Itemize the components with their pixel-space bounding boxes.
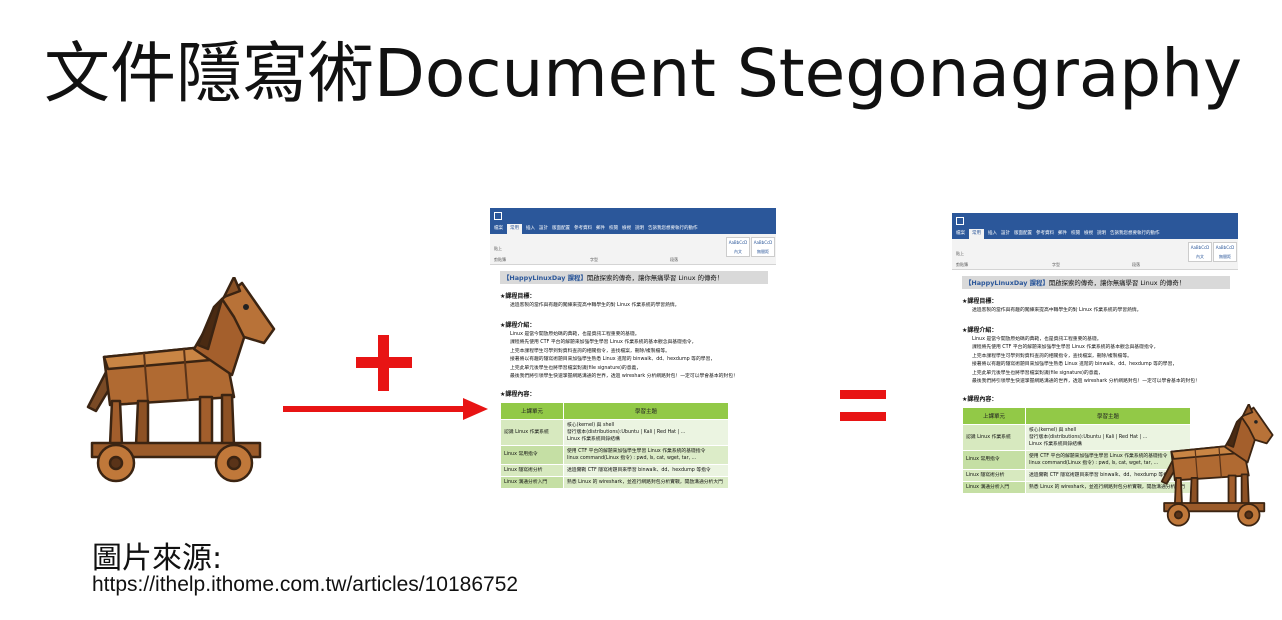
paste-button[interactable]: 貼上: [494, 246, 502, 252]
clipboard-group-label: 剪貼簿: [494, 257, 506, 262]
table-row: Linux 溝通分析入門 熟悉 Linux 的 wireshark，並進行網路封包…: [500, 475, 729, 489]
clipboard-group-label: 剪貼簿: [956, 262, 968, 267]
quick-access-icon: [956, 217, 964, 225]
intro-line: 上完本課程學生可學到對資料查詢的相關指令，查找檔案，刪除/複製檔等。: [510, 348, 670, 354]
intro-line: 課程將先使用 CTF 平台的解題來加強學生學習 Linux 作業系統的基本觀念與…: [972, 345, 1159, 350]
intro-line: 最後我們將引領學生快速掌握網路溝通的世界，透過 wireshark 分析網路封包…: [972, 379, 1200, 384]
course-table: 上課單元 學習主題 認識 Linux 作業系統 核心(kernel) 與 shell…: [500, 401, 729, 489]
tab[interactable]: 說明: [1097, 229, 1106, 239]
table-row: Linux 隱寫術分析 透過實戰 CTF 隱寫術題目來學習 binwalk、dd、…: [500, 463, 729, 477]
intro-line: 上完此單元後學生也將學習檔案對識(file signature)的意義，: [972, 370, 1104, 376]
style-normal[interactable]: AaBbCcD 內文: [726, 237, 750, 257]
trojan-horse-icon: [86, 277, 276, 483]
source-label: 圖片來源:: [92, 541, 223, 576]
tab[interactable]: 郵件: [596, 224, 605, 234]
source-url: https://ithelp.ithome.com.tw/articles/10…: [92, 573, 519, 596]
paragraph-group-label: 段落: [1132, 262, 1140, 267]
paragraph-group-label: 段落: [670, 257, 678, 262]
table-header: 學習主題: [563, 401, 729, 420]
intro-line: 上完此單元後學生也將學習檔案對識(file signature)的意義，: [510, 365, 642, 371]
intro-line: Linux 是當今開放原始碼的典範，也是資訊工程重要的基礎。: [972, 336, 1102, 342]
table-header: 上課單元: [962, 406, 1026, 425]
intro-line: 接著將以有趣的隱寫術題目來加強學生熟悉 Linux 進階的 binwalk、dd…: [972, 362, 1178, 367]
goal-heading: ★課程目標：: [500, 293, 536, 300]
arrow-right-icon: [283, 398, 488, 420]
intro-heading: ★課程介紹：: [962, 326, 998, 334]
table-row: Linux 常用指令 使用 CTF 平台的解題來加強學生學習 Linux 作業系統…: [500, 444, 729, 465]
tab[interactable]: 設計: [1001, 229, 1010, 239]
title-bar: [952, 213, 1238, 229]
table-header: 上課單元: [500, 401, 564, 420]
tab[interactable]: 參考資料: [1036, 229, 1054, 239]
document-original: 檔案 常用 插入 設計 版面配置 參考資料 郵件 校閱 檢視 說明 告訴我您想要…: [490, 208, 776, 543]
intro-line: Linux 是當今開放原始碼的典範，也是資訊工程重要的基礎。: [510, 331, 640, 337]
tab-active[interactable]: 常用: [969, 229, 984, 239]
intro-heading: ★課程介紹：: [500, 321, 536, 329]
content-heading: ★課程內容：: [500, 390, 536, 398]
plus-icon: [356, 335, 412, 391]
intro-line: 課程將先使用 CTF 平台的解題來加強學生學習 Linux 作業系統的基本觀念與…: [510, 340, 697, 345]
tab[interactable]: 檢視: [622, 224, 631, 234]
tab[interactable]: 插入: [526, 224, 535, 234]
tab[interactable]: 校閱: [1071, 229, 1080, 239]
tell-me-box[interactable]: 告訴我您想要執行的動作: [648, 224, 698, 234]
doc-header: 【HappyLinuxDay 課程】開啟探索的傳奇，讓你無痛學習 Linux 的…: [962, 276, 1230, 289]
ribbon-toolbar: 貼上 剪貼簿 字型 段落 AaBbCcD 內文 AaBbCcD 無間距: [490, 234, 776, 265]
trojan-horse-icon: [1160, 404, 1274, 527]
slide-title: 文件隱寫術Document Stegonagraphy: [44, 35, 1243, 112]
font-group-label: 字型: [1052, 262, 1060, 267]
goal-heading: ★課程目標：: [962, 298, 998, 305]
doc-header: 【HappyLinuxDay 課程】開啟探索的傳奇，讓你無痛學習 Linux 的…: [500, 271, 768, 284]
equals-icon: [840, 390, 886, 422]
tab[interactable]: 檔案: [956, 229, 965, 239]
ribbon-tabs: 檔案 常用 插入 設計 版面配置 參考資料 郵件 校閱 檢視 說明 告訴我您想要…: [952, 229, 1238, 239]
ribbon-tabs: 檔案 常用 插入 設計 版面配置 參考資料 郵件 校閱 檢視 說明 告訴我您想要…: [490, 224, 776, 234]
content-heading: ★課程內容：: [962, 395, 998, 403]
goal-text: 透過客製的當作與有趣的闖練來提高中職學生的對 Linux 作業系統的學習熱情。: [972, 308, 1142, 313]
tab[interactable]: 插入: [988, 229, 997, 239]
tab[interactable]: 版面配置: [552, 224, 570, 234]
tab[interactable]: 說明: [635, 224, 644, 234]
tab[interactable]: 校閱: [609, 224, 618, 234]
table-row: 認識 Linux 作業系統 核心(kernel) 與 shell 發行版本(dist…: [500, 418, 729, 446]
tab[interactable]: 版面配置: [1014, 229, 1032, 239]
intro-line: 上完本課程學生可學到對資料查詢的相關指令，查找檔案，刪除/複製檔等。: [972, 353, 1132, 359]
tab[interactable]: 檔案: [494, 224, 503, 234]
style-normal[interactable]: AaBbCcD 內文: [1188, 242, 1212, 262]
style-no-spacing[interactable]: AaBbCcD 無間距: [1213, 242, 1237, 262]
style-no-spacing[interactable]: AaBbCcD 無間距: [751, 237, 775, 257]
intro-line: 最後我們將引領學生快速掌握網路溝通的世界，透過 wireshark 分析網路封包…: [510, 374, 738, 379]
paste-button[interactable]: 貼上: [956, 251, 964, 257]
tab[interactable]: 郵件: [1058, 229, 1067, 239]
ribbon-toolbar: 貼上 剪貼簿 字型 段落 AaBbCcD 內文 AaBbCcD 無間距: [952, 239, 1238, 270]
tab[interactable]: 設計: [539, 224, 548, 234]
quick-access-icon: [494, 212, 502, 220]
tab[interactable]: 檢視: [1084, 229, 1093, 239]
tab[interactable]: 參考資料: [574, 224, 592, 234]
tell-me-box[interactable]: 告訴我您想要執行的動作: [1110, 229, 1160, 239]
goal-text: 透過客製的當作與有趣的闖練來提高中職學生的對 Linux 作業系統的學習熱情。: [510, 303, 680, 308]
title-bar: [490, 208, 776, 224]
font-group-label: 字型: [590, 257, 598, 262]
intro-line: 接著將以有趣的隱寫術題目來加強學生熟悉 Linux 進階的 binwalk、dd…: [510, 357, 716, 362]
tab-active[interactable]: 常用: [507, 224, 522, 234]
